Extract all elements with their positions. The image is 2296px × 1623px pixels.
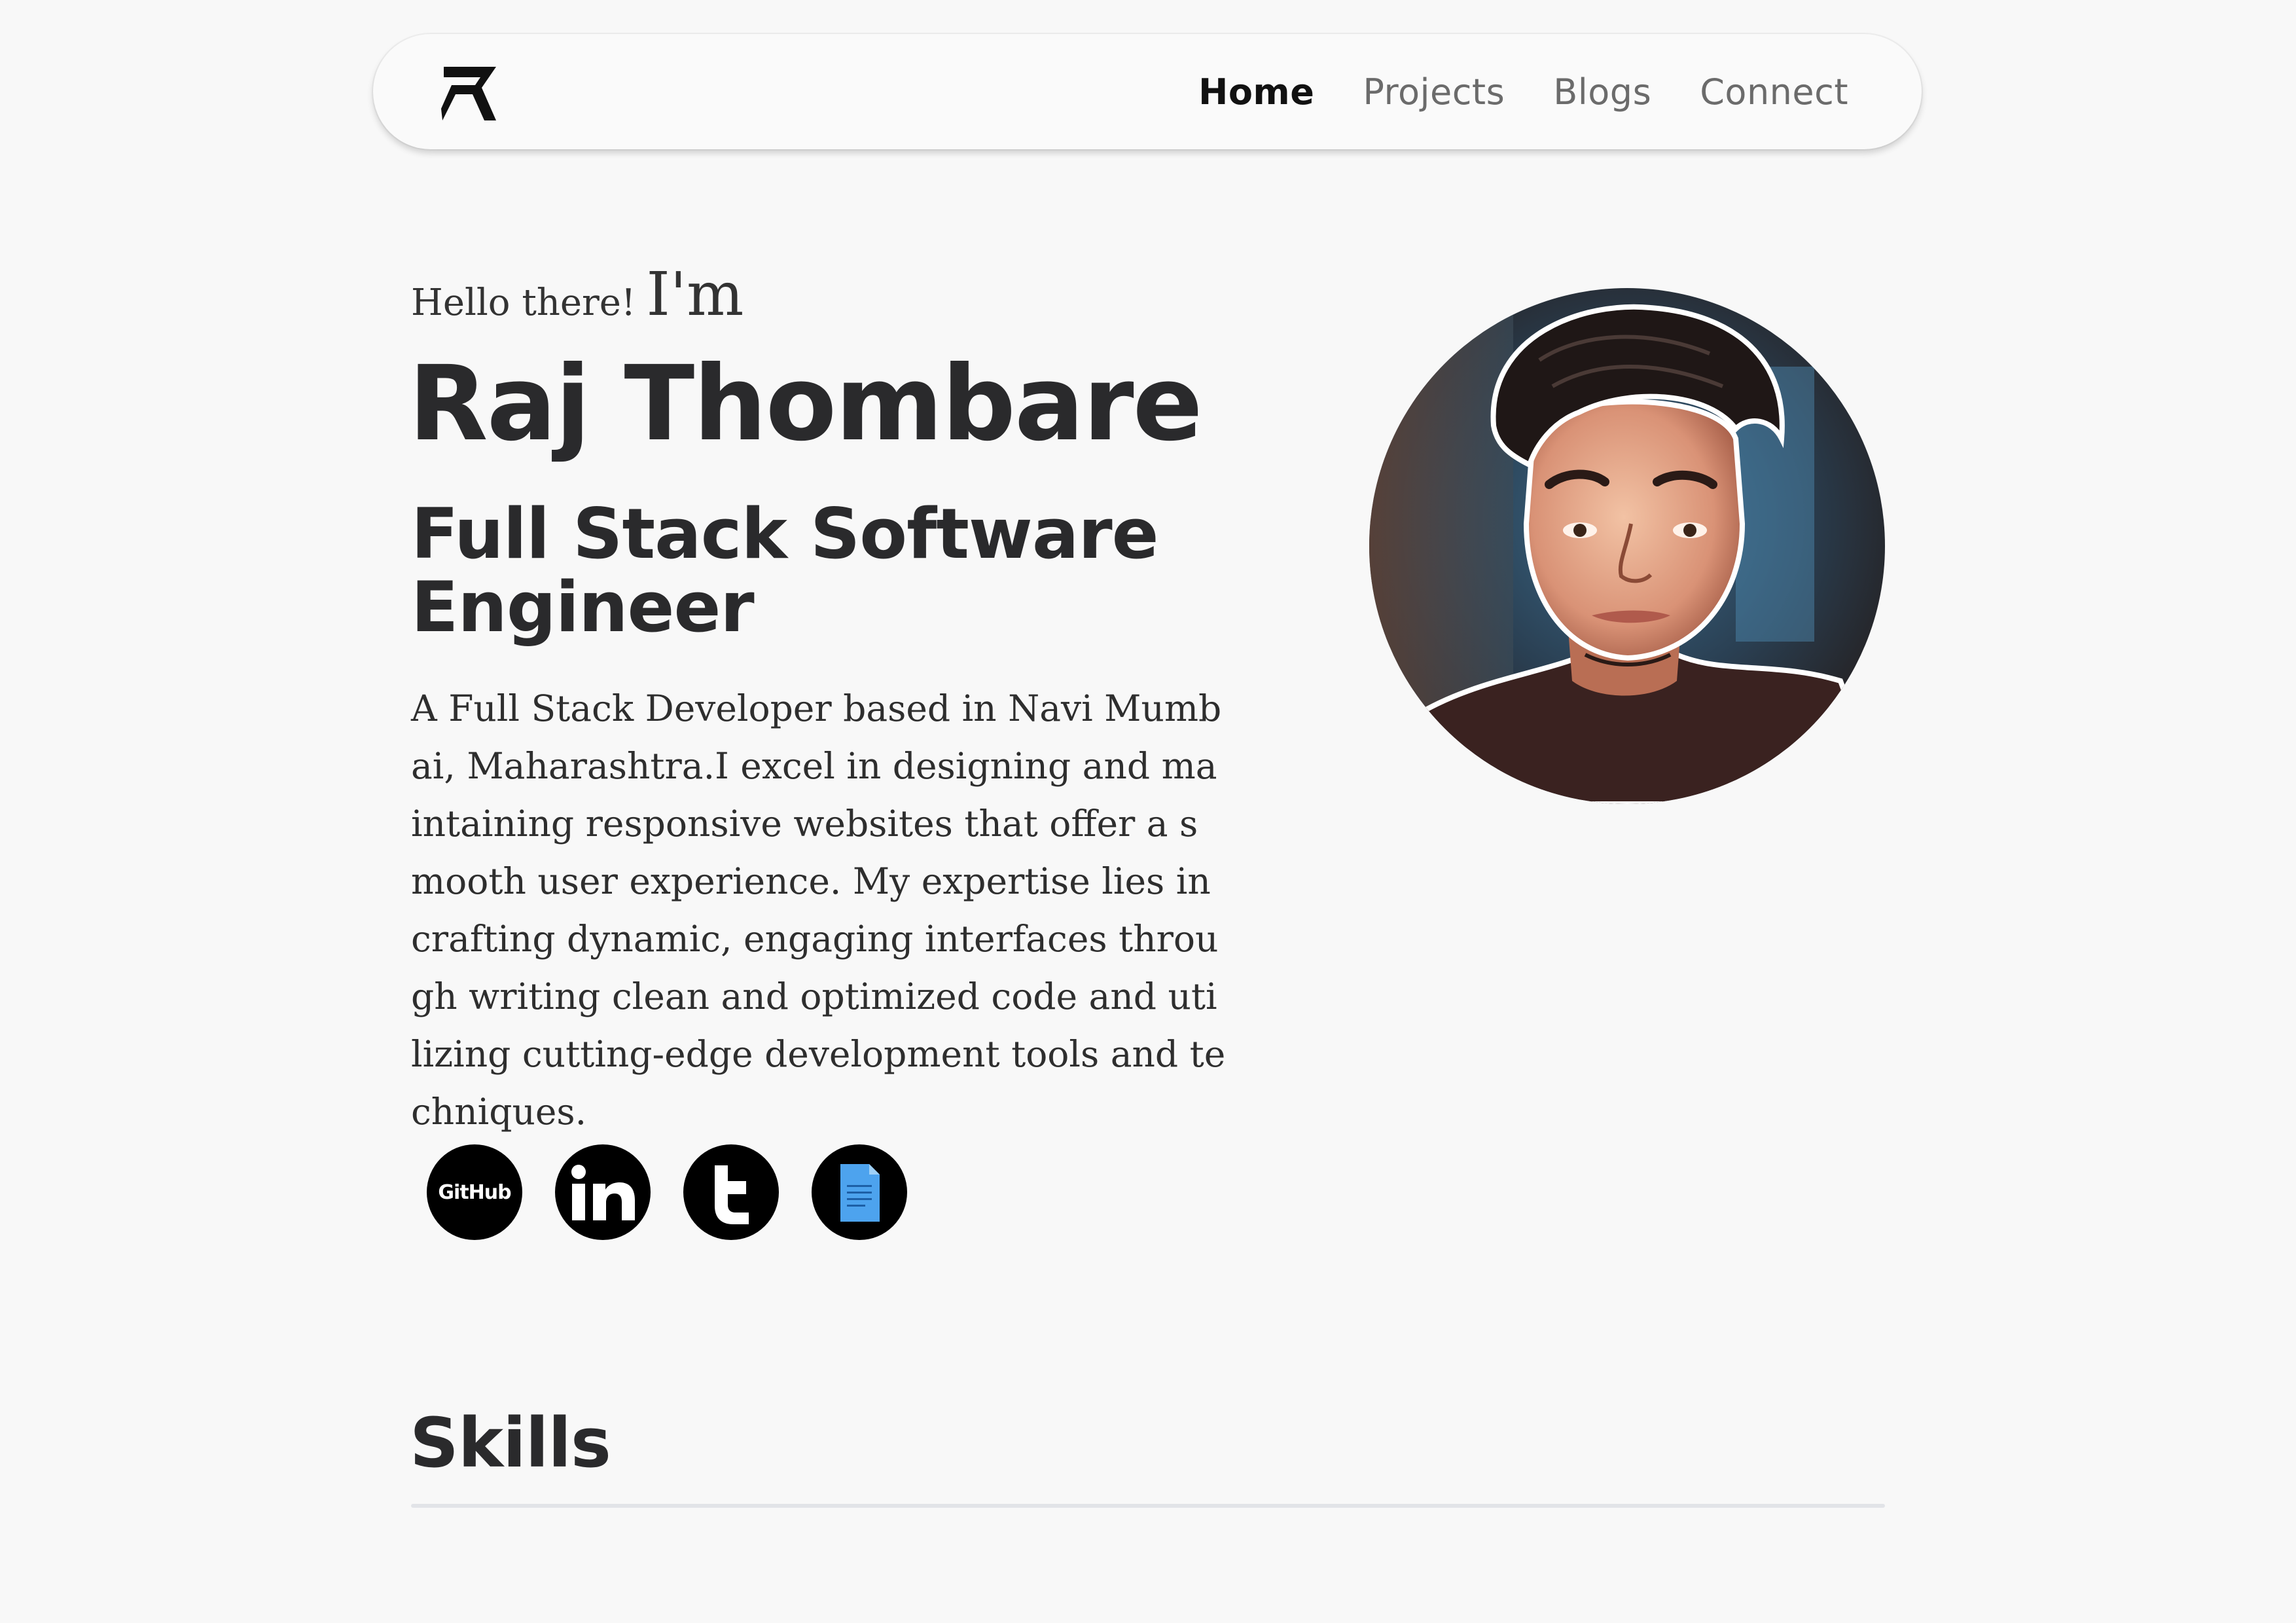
nav-link-home[interactable]: Home [1198,71,1314,113]
github-icon[interactable]: GitHub [427,1144,522,1240]
social-links: GitHub [427,1144,907,1240]
skills-divider [411,1504,1885,1508]
greeting: Hello there! I'm [411,259,744,329]
hero-name: Raj Thombare [408,344,1203,464]
greeting-im: I'm [646,259,744,329]
resume-document-icon[interactable] [812,1144,907,1240]
tumblr-icon[interactable] [683,1144,779,1240]
nav-link-projects[interactable]: Projects [1363,71,1505,113]
nav-link-blogs[interactable]: Blogs [1553,71,1651,113]
nav-link-connect[interactable]: Connect [1700,71,1848,113]
skills-heading: Skills [410,1403,611,1483]
github-label: GitHub [438,1180,511,1204]
nav-links: Home Projects Blogs Connect [1198,34,1848,149]
avatar [1369,288,1885,804]
navbar: Home Projects Blogs Connect [373,34,1922,149]
linkedin-icon[interactable] [555,1144,651,1240]
hero-role: Full Stack Software Engineer [411,494,1159,647]
rt-logo-icon[interactable] [441,65,497,122]
greeting-text: Hello there! [411,282,636,324]
hero-bio: A Full Stack Developer based in Navi Mum… [411,687,1226,1133]
